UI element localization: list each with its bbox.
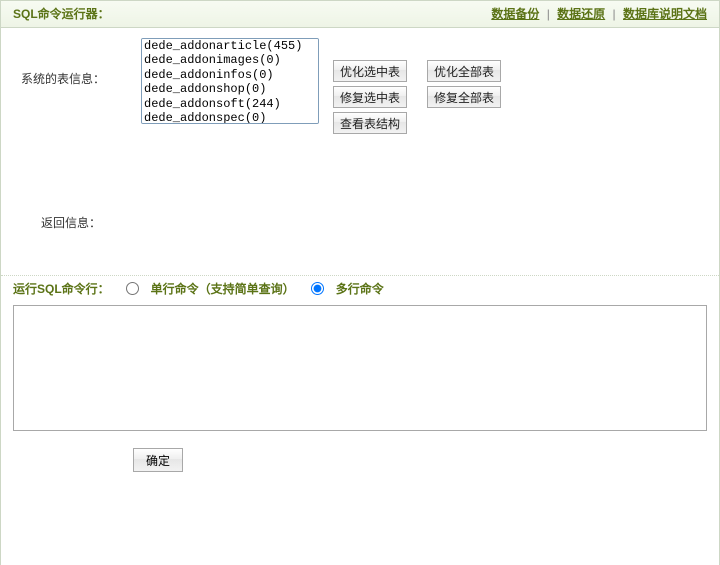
link-separator: | [613, 7, 616, 21]
radio-multi-line-label[interactable]: 多行命令 [336, 280, 384, 297]
optimize-selected-button[interactable]: 优化选中表 [333, 60, 407, 82]
sql-area [13, 305, 707, 434]
list-item[interactable]: dede_addonimages(0) [142, 53, 318, 67]
link-docs[interactable]: 数据库说明文档 [623, 7, 707, 21]
list-item[interactable]: dede_addonspec(0) [142, 111, 318, 124]
link-backup[interactable]: 数据备份 [491, 7, 539, 21]
run-sql-bar: 运行SQL命令行： 单行命令（支持简单查询） 多行命令 [1, 275, 719, 301]
repair-all-button[interactable]: 修复全部表 [427, 86, 501, 108]
tables-listbox[interactable]: dede_addonarticle(455) dede_addonimages(… [141, 38, 319, 124]
header-links: 数据备份 | 数据还原 | 数据库说明文档 [491, 1, 707, 27]
link-separator: | [547, 7, 550, 21]
radio-single-line-label[interactable]: 单行命令（支持简单查询） [151, 280, 295, 297]
optimize-all-button[interactable]: 优化全部表 [427, 60, 501, 82]
return-info-label: 返回信息： [41, 216, 101, 230]
button-grid: 优化选中表 优化全部表 修复选中表 修复全部表 查看表结构 [333, 38, 501, 134]
submit-button[interactable]: 确定 [133, 448, 183, 472]
run-sql-label: 运行SQL命令行： [13, 280, 110, 297]
list-item[interactable]: dede_addonsoft(244) [142, 97, 318, 111]
list-item[interactable]: dede_addoninfos(0) [142, 68, 318, 82]
submit-row: 确定 [1, 448, 719, 472]
tables-label: 系统的表信息： [13, 38, 141, 87]
radio-multi-line[interactable] [311, 282, 324, 295]
page-title: SQL命令运行器： [13, 1, 110, 27]
radio-single-line[interactable] [126, 282, 139, 295]
return-info-row: 返回信息： [13, 214, 707, 231]
title-bar: SQL命令运行器： 数据备份 | 数据还原 | 数据库说明文档 [1, 1, 719, 28]
tables-row: 系统的表信息： dede_addonarticle(455) dede_addo… [13, 38, 707, 134]
list-item[interactable]: dede_addonarticle(455) [142, 39, 318, 53]
repair-selected-button[interactable]: 修复选中表 [333, 86, 407, 108]
list-item[interactable]: dede_addonshop(0) [142, 82, 318, 96]
sql-textarea[interactable] [13, 305, 707, 431]
view-structure-button[interactable]: 查看表结构 [333, 112, 407, 134]
link-restore[interactable]: 数据还原 [557, 7, 605, 21]
